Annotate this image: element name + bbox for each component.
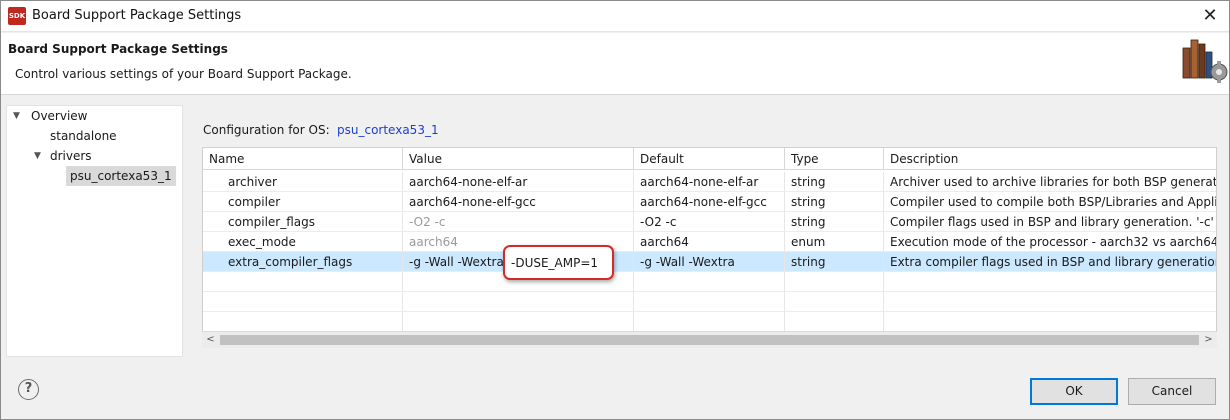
cell-name: compiler — [203, 192, 403, 212]
cell-type: string — [785, 212, 884, 232]
cell-type: enum — [785, 232, 884, 252]
cell-type: string — [785, 252, 884, 272]
header-description: Control various settings of your Board S… — [15, 67, 352, 81]
cell-name: archiver — [203, 172, 403, 192]
table-row-selected[interactable]: extra_compiler_flags -g -Wall -Wextra -g… — [203, 252, 1216, 272]
column-header-default[interactable]: Default — [634, 148, 785, 170]
cell-name: extra_compiler_flags — [203, 252, 403, 272]
cell-value[interactable]: aarch64-none-elf-gcc — [403, 192, 634, 212]
empty-row — [203, 292, 1216, 312]
settings-tree: ▼ Overview standalone ▼ drivers psu_cort… — [6, 105, 183, 357]
cell-description: Archiver used to archive libraries for b… — [884, 172, 1216, 192]
header-title: Board Support Package Settings — [8, 42, 228, 56]
tree-item-drivers[interactable]: ▼ drivers — [34, 146, 92, 166]
cancel-button[interactable]: Cancel — [1128, 378, 1216, 405]
cell-description: Execution mode of the processor - aarch3… — [884, 232, 1216, 252]
column-header-name[interactable]: Name — [203, 148, 403, 170]
cell-type: string — [785, 192, 884, 212]
cell-default: aarch64-none-elf-ar — [634, 172, 785, 192]
empty-row — [203, 272, 1216, 292]
cell-default: -g -Wall -Wextra — [634, 252, 785, 272]
table-row[interactable]: compiler_flags -O2 -c -O2 -c string Comp… — [203, 212, 1216, 232]
callout-text: -DUSE_AMP=1 — [511, 256, 599, 270]
cell-description: Compiler used to compile both BSP/Librar… — [884, 192, 1216, 212]
tree-item-standalone[interactable]: standalone — [50, 126, 117, 146]
settings-table: Name Value Default Type Description arch… — [202, 147, 1217, 348]
close-icon: ✕ — [1202, 5, 1218, 26]
help-icon[interactable]: ? — [18, 379, 39, 400]
tree-item-label: standalone — [50, 129, 117, 143]
dialog-window: SDK Board Support Package Settings ✕ Boa… — [0, 0, 1230, 420]
cell-type: string — [785, 172, 884, 192]
table-row[interactable]: exec_mode aarch64 aarch64 enum Execution… — [203, 232, 1216, 252]
os-link[interactable]: psu_cortexa53_1 — [337, 123, 439, 137]
dialog-header: Board Support Package Settings Control v… — [1, 33, 1229, 95]
window-title: Board Support Package Settings — [32, 8, 242, 23]
cell-value[interactable]: aarch64-none-elf-ar — [403, 172, 634, 192]
tree-item-label: Overview — [31, 109, 88, 123]
books-settings-icon — [1182, 39, 1228, 83]
chevron-down-icon[interactable]: ▼ — [13, 106, 25, 126]
cell-default: aarch64 — [634, 232, 785, 252]
tree-item-psu-cortexa53-1[interactable]: psu_cortexa53_1 — [66, 166, 176, 186]
sdk-app-icon: SDK — [8, 7, 26, 25]
cell-default: -O2 -c — [634, 212, 785, 232]
table-row[interactable]: archiver aarch64-none-elf-ar aarch64-non… — [203, 172, 1216, 192]
ok-button[interactable]: OK — [1030, 378, 1118, 405]
scroll-left-icon[interactable]: < — [202, 332, 219, 348]
chevron-down-icon[interactable]: ▼ — [34, 146, 46, 166]
cell-default: aarch64-none-elf-gcc — [634, 192, 785, 212]
column-header-value[interactable]: Value — [403, 148, 634, 170]
cell-description: Compiler flags used in BSP and library g… — [884, 212, 1216, 232]
tree-item-label: drivers — [50, 149, 92, 163]
value-edit-callout[interactable]: -DUSE_AMP=1 — [503, 245, 614, 280]
horizontal-scrollbar[interactable]: < > — [202, 331, 1217, 348]
cell-name: compiler_flags — [203, 212, 403, 232]
tree-item-overview[interactable]: ▼ Overview — [13, 106, 88, 126]
column-header-type[interactable]: Type — [785, 148, 884, 170]
empty-row — [203, 312, 1216, 332]
cell-name: exec_mode — [203, 232, 403, 252]
cell-value[interactable]: -O2 -c — [403, 212, 634, 232]
close-button[interactable]: ✕ — [1199, 5, 1221, 27]
table-row[interactable]: compiler aarch64-none-elf-gcc aarch64-no… — [203, 192, 1216, 212]
scroll-right-icon[interactable]: > — [1200, 332, 1217, 348]
scrollbar-thumb[interactable] — [220, 335, 1199, 345]
column-header-description[interactable]: Description — [884, 148, 1216, 170]
cell-description: Extra compiler flags used in BSP and lib… — [884, 252, 1216, 272]
title-bar: SDK Board Support Package Settings ✕ — [1, 1, 1229, 32]
tree-item-label: psu_cortexa53_1 — [70, 169, 172, 183]
configuration-label: Configuration for OS: — [203, 123, 330, 137]
